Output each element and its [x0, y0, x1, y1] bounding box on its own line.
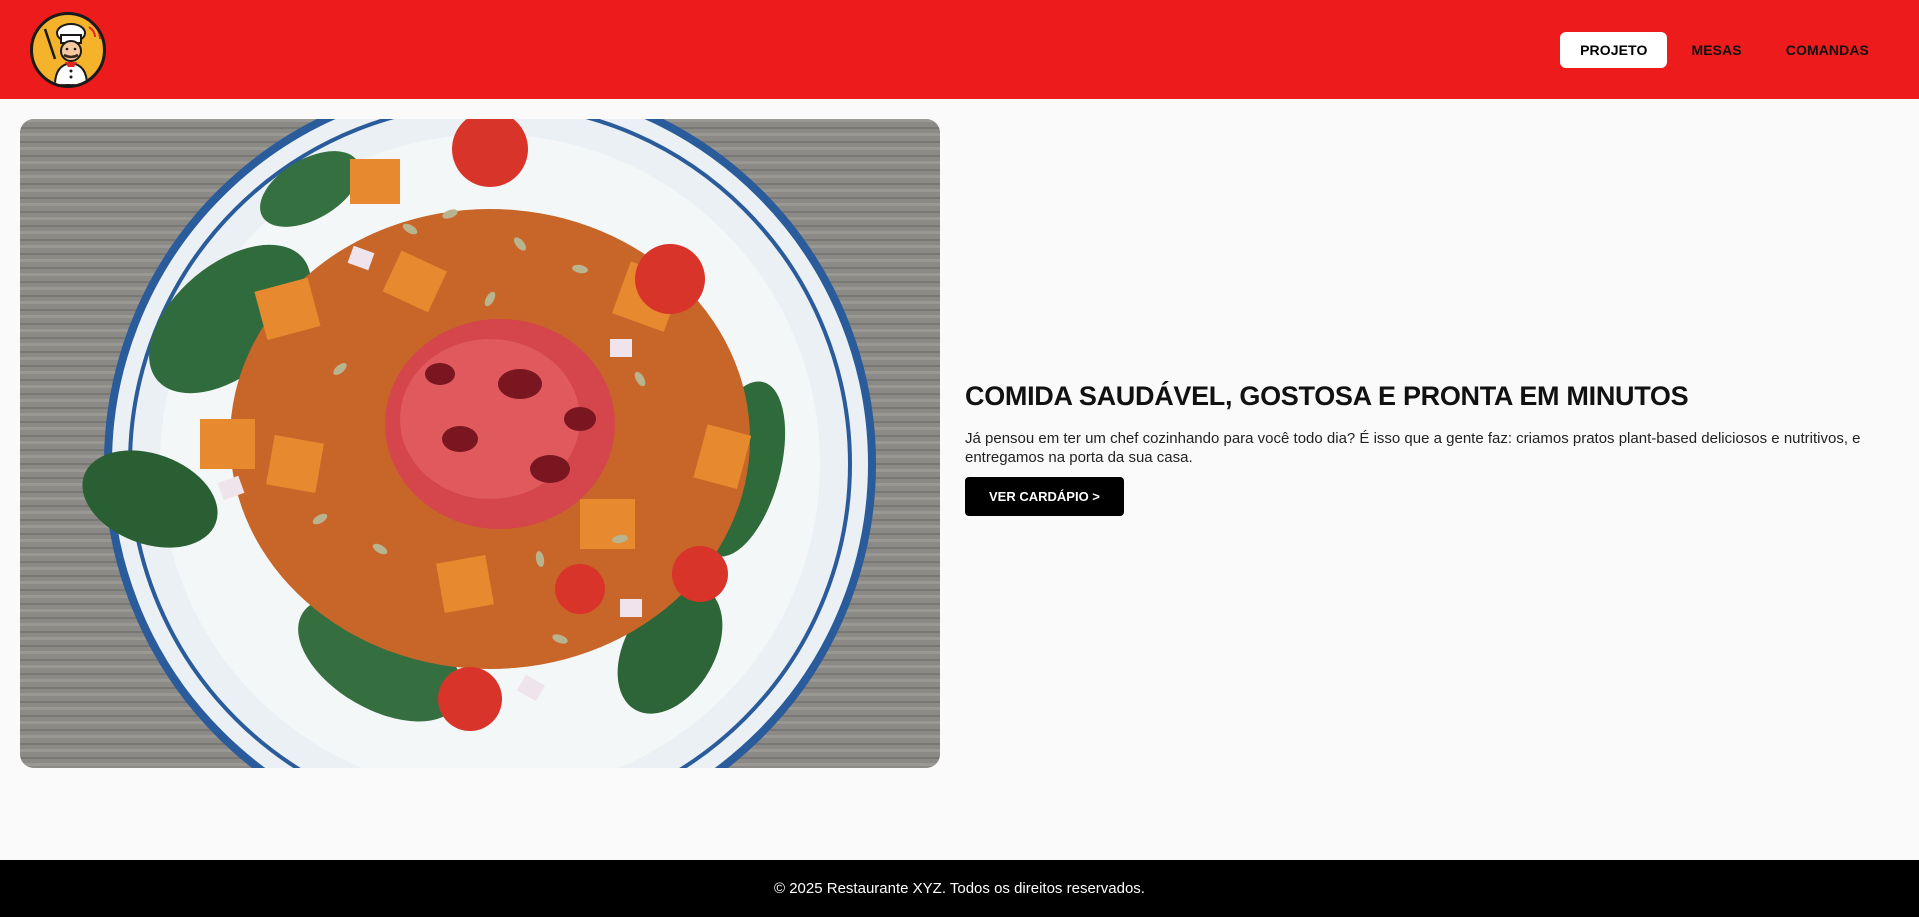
site-header: PROJETO MESAS COMANDAS	[0, 0, 1919, 99]
site-footer: © 2025 Restaurante XYZ. Todos os direito…	[0, 860, 1919, 917]
nav-item-comandas[interactable]: COMANDAS	[1766, 32, 1889, 68]
hero-section: COMIDA SAUDÁVEL, GOSTOSA E PRONTA EM MIN…	[0, 99, 1919, 787]
ver-cardapio-button[interactable]: VER CARDÁPIO >	[965, 477, 1124, 516]
chef-mascot-icon[interactable]	[30, 11, 106, 88]
nav-item-mesas[interactable]: MESAS	[1671, 32, 1761, 68]
nav-item-projeto[interactable]: PROJETO	[1560, 31, 1668, 68]
hero-content: COMIDA SAUDÁVEL, GOSTOSA E PRONTA EM MIN…	[965, 379, 1865, 516]
page: PROJETO MESAS COMANDAS COMIDA SAUDÁVEL, …	[0, 0, 1919, 917]
hero-description: Já pensou em ter um chef cozinhando para…	[965, 430, 1861, 466]
main-nav: PROJETO MESAS COMANDAS	[1556, 31, 1889, 68]
footer-copyright: © 2025 Restaurante XYZ. Todos os direito…	[774, 880, 1145, 897]
hero-title: COMIDA SAUDÁVEL, GOSTOSA E PRONTA EM MIN…	[965, 381, 1689, 411]
salad-bowl-photo	[20, 119, 940, 768]
